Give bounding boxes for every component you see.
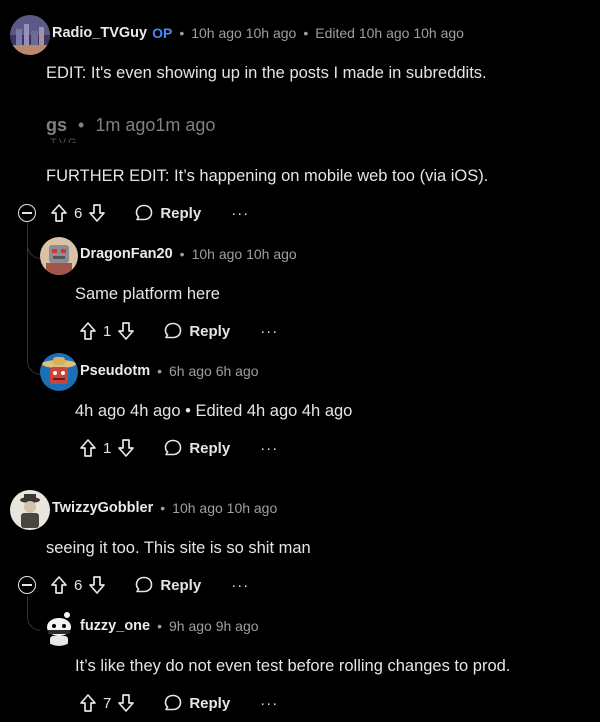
- comment-actions: 1 Reply ···: [79, 435, 278, 461]
- speech-bubble-icon: [163, 693, 183, 713]
- comment-actions: 7 Reply ···: [79, 690, 278, 716]
- edited-timestamp: Edited 10h ago 10h ago: [315, 25, 464, 41]
- ghost-time: 1m ago1m ago: [95, 115, 216, 135]
- comment-meta: fuzzy_one • 9h ago 9h ago: [80, 618, 259, 634]
- reply-label: Reply: [189, 439, 231, 457]
- collapse-thread-button[interactable]: [18, 576, 36, 594]
- username[interactable]: fuzzy_one: [80, 618, 150, 634]
- vote-count: 7: [103, 694, 112, 712]
- avatar[interactable]: [40, 353, 78, 391]
- upvote-icon[interactable]: [50, 203, 68, 223]
- username[interactable]: DragonFan20: [80, 246, 173, 262]
- upvote-icon[interactable]: [79, 438, 97, 458]
- reply-label: Reply: [189, 694, 231, 712]
- reply-button[interactable]: Reply: [163, 693, 230, 713]
- comment-body: Same platform here: [75, 285, 220, 303]
- timestamp: 6h ago 6h ago: [169, 363, 259, 379]
- comment-body: It’s like they do not even test before r…: [75, 657, 511, 675]
- separator-dot: •: [303, 25, 309, 41]
- reply-button[interactable]: Reply: [163, 321, 230, 341]
- comment-meta: TwizzyGobbler • 10h ago 10h ago: [52, 500, 277, 516]
- upvote-icon[interactable]: [50, 575, 68, 595]
- op-badge: OP: [152, 25, 173, 41]
- vote-count: 6: [74, 204, 83, 222]
- avatar[interactable]: [40, 237, 78, 275]
- comment-actions: 6 Reply ···: [50, 200, 249, 226]
- reply-button[interactable]: Reply: [163, 438, 230, 458]
- comment-meta: Pseudotm • 6h ago 6h ago: [80, 363, 259, 379]
- comment-meta: DragonFan20 • 10h ago 10h ago: [80, 246, 297, 262]
- more-options-button[interactable]: ···: [260, 440, 278, 457]
- timestamp: 10h ago 10h ago: [191, 246, 297, 262]
- comment-actions: 6 Reply ···: [50, 572, 249, 598]
- timestamp: 10h ago 10h ago: [172, 500, 278, 516]
- upvote-icon[interactable]: [79, 693, 97, 713]
- reply-button[interactable]: Reply: [134, 575, 201, 595]
- collapse-thread-button[interactable]: [18, 204, 36, 222]
- snoo-avatar-icon: [40, 608, 78, 646]
- character-avatar-icon: [10, 490, 50, 530]
- more-options-button[interactable]: ···: [231, 577, 249, 594]
- comment-body: 4h ago 4h ago • Edited 4h ago 4h ago: [75, 402, 353, 420]
- upvote-icon[interactable]: [79, 321, 97, 341]
- comment-body: seeing it too. This site is so shit man: [46, 539, 311, 557]
- downvote-icon[interactable]: [117, 321, 135, 341]
- speech-bubble-icon: [163, 438, 183, 458]
- avatar[interactable]: [40, 608, 78, 646]
- avatar[interactable]: [10, 490, 50, 530]
- username[interactable]: Radio_TVGuy: [52, 25, 147, 41]
- speech-bubble-icon: [134, 203, 154, 223]
- separator-dot: •: [160, 500, 166, 516]
- separator-dot: •: [179, 25, 185, 41]
- separator-dot: •: [157, 618, 162, 634]
- vote-count: 6: [74, 576, 83, 594]
- comment-meta: Radio_TVGuy OP • 10h ago 10h ago • Edite…: [52, 25, 464, 41]
- separator-dot: •: [179, 246, 185, 262]
- comment-actions: 1 Reply ···: [79, 318, 278, 344]
- ghost-username: gs: [46, 115, 68, 135]
- username[interactable]: TwizzyGobbler: [52, 500, 153, 516]
- comment-body: EDIT: It's even showing up in the posts …: [46, 64, 487, 82]
- embedded-preview: gs • 1m ago1m ago: [46, 115, 215, 136]
- timestamp: 10h ago 10h ago: [191, 25, 297, 41]
- downvote-icon[interactable]: [88, 575, 106, 595]
- username[interactable]: Pseudotm: [80, 363, 150, 379]
- downvote-icon[interactable]: [117, 693, 135, 713]
- comment-body: FURTHER EDIT: It’s happening on mobile w…: [46, 167, 489, 185]
- downvote-icon[interactable]: [117, 438, 135, 458]
- reply-label: Reply: [160, 204, 202, 222]
- reply-button[interactable]: Reply: [134, 203, 201, 223]
- speech-bubble-icon: [163, 321, 183, 341]
- more-options-button[interactable]: ···: [260, 695, 278, 712]
- vote-count: 1: [103, 322, 112, 340]
- city-avatar-icon: [10, 15, 50, 55]
- timestamp: 9h ago 9h ago: [169, 618, 259, 634]
- robot-avatar-icon: [40, 237, 78, 275]
- sombrero-avatar-icon: [40, 353, 78, 391]
- ghost-fragment: TVG: [50, 137, 79, 143]
- more-options-button[interactable]: ···: [231, 205, 249, 222]
- separator-dot: •: [157, 363, 162, 379]
- vote-count: 1: [103, 439, 112, 457]
- reply-label: Reply: [160, 576, 202, 594]
- speech-bubble-icon: [134, 575, 154, 595]
- more-options-button[interactable]: ···: [260, 323, 278, 340]
- separator-dot: •: [78, 115, 85, 135]
- reply-label: Reply: [189, 322, 231, 340]
- avatar[interactable]: [10, 15, 50, 55]
- downvote-icon[interactable]: [88, 203, 106, 223]
